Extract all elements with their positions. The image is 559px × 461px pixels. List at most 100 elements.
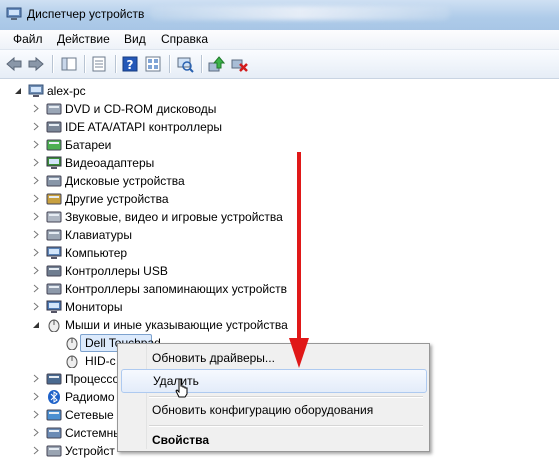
- mouse-icon: [66, 337, 78, 350]
- tree-item-label: Сетевые а: [65, 408, 124, 422]
- tree-item-label: DVD и CD-ROM дисководы: [65, 102, 217, 116]
- tree-item-label: IDE ATA/ATAPI контроллеры: [65, 120, 223, 134]
- ctx-uninstall[interactable]: Удалить: [121, 369, 427, 393]
- tree-item-label: Мониторы: [65, 300, 123, 314]
- ctx-update-drivers[interactable]: Обновить драйверы...: [121, 347, 425, 369]
- uninstall-icon[interactable]: [230, 55, 248, 73]
- tree-item-label: Контроллеры запоминающих устройств: [65, 282, 287, 296]
- expand-arrow-icon[interactable]: [32, 230, 40, 239]
- expand-arrow-icon[interactable]: [32, 374, 40, 383]
- tree-item-label: Мыши и иные указывающие устройства: [65, 318, 288, 332]
- ctx-properties[interactable]: Свойства: [121, 429, 425, 451]
- tree-item-label: Батареи: [65, 138, 112, 152]
- menu-file[interactable]: Файл: [13, 32, 43, 46]
- tree-item[interactable]: Мыши и иные указывающие устройства: [32, 317, 332, 335]
- expand-arrow-icon[interactable]: [32, 140, 40, 149]
- storage-controller-icon: [46, 283, 62, 295]
- forward-icon[interactable]: [27, 55, 45, 73]
- expand-arrow-icon[interactable]: [32, 122, 40, 131]
- tree-item[interactable]: Контроллеры запоминающих устройств: [32, 281, 332, 299]
- expand-arrow-icon[interactable]: [32, 266, 40, 275]
- dvd-drive-icon: [46, 103, 62, 115]
- hand-cursor-icon: [175, 378, 188, 398]
- show-hide-icon[interactable]: [60, 55, 78, 73]
- sound-icon: [46, 211, 62, 223]
- mouse-icon: [66, 355, 78, 368]
- tree-item[interactable]: Видеоадаптеры: [32, 155, 332, 173]
- tree-item-label: Звуковые, видео и игровые устройства: [65, 210, 283, 224]
- tree-item[interactable]: Батареи: [32, 137, 332, 155]
- bluetooth-icon: [48, 390, 60, 404]
- processor-icon: [46, 373, 62, 385]
- tree-item-label: Клавиатуры: [65, 228, 132, 242]
- expand-arrow-icon[interactable]: [32, 284, 40, 293]
- help-icon[interactable]: ?: [121, 55, 139, 73]
- tree-child-label: HID-с: [85, 354, 116, 368]
- menu-help[interactable]: Справка: [161, 32, 208, 46]
- tree-root-label: alex-pc: [47, 84, 86, 98]
- device-manager-app-icon: [6, 7, 22, 20]
- annotation-arrow-line: [297, 152, 301, 349]
- tree-item[interactable]: Компьютер: [32, 245, 332, 263]
- tree-item[interactable]: Другие устройства: [32, 191, 332, 209]
- toolbar: ?: [0, 50, 559, 79]
- system-devices-icon: [46, 427, 62, 439]
- menu-bar: Файл Действие Вид Справка: [0, 30, 559, 50]
- collapse-arrow-icon[interactable]: [32, 321, 40, 329]
- tree-item-label: Видеоадаптеры: [65, 156, 155, 170]
- tree-item-label: Системны: [65, 426, 122, 440]
- svg-text:?: ?: [127, 58, 134, 72]
- tree-item-label: Дисковые устройства: [65, 174, 185, 188]
- menu-view[interactable]: Вид: [124, 32, 146, 46]
- tree-item[interactable]: Мониторы: [32, 299, 332, 317]
- ide-controller-icon: [46, 121, 62, 133]
- scan-hardware-icon[interactable]: [176, 55, 194, 73]
- expand-arrow-icon[interactable]: [32, 194, 40, 203]
- expand-arrow-icon[interactable]: [32, 302, 40, 311]
- monitor-icon: [46, 300, 62, 313]
- network-icon: [46, 409, 62, 421]
- computer-icon: [28, 84, 44, 97]
- expand-arrow-icon[interactable]: [32, 410, 40, 419]
- title-bar: Диспетчер устройств: [0, 0, 559, 30]
- tree-item[interactable]: IDE ATA/ATAPI контроллеры: [32, 119, 332, 137]
- tree-item-label: Радиомо: [65, 390, 115, 404]
- expand-arrow-icon[interactable]: [32, 158, 40, 167]
- computer-icon: [46, 246, 62, 259]
- tree-item-label: Другие устройства: [65, 192, 169, 206]
- tree-item-label: Процессо: [65, 372, 120, 386]
- collapse-arrow-icon[interactable]: [14, 87, 22, 95]
- tree-item[interactable]: Звуковые, видео и игровые устройства: [32, 209, 332, 227]
- expand-arrow-icon[interactable]: [32, 446, 40, 455]
- other-devices-icon: [46, 193, 62, 205]
- display-adapter-icon: [46, 156, 62, 169]
- expand-arrow-icon[interactable]: [32, 176, 40, 185]
- expand-arrow-icon[interactable]: [32, 248, 40, 257]
- back-icon[interactable]: [5, 55, 23, 73]
- mouse-icon: [48, 319, 60, 332]
- tree-item[interactable]: DVD и CD-ROM дисководы: [32, 101, 332, 119]
- expand-arrow-icon[interactable]: [32, 104, 40, 113]
- tree-item-label: Устройст: [65, 444, 115, 458]
- tree-item[interactable]: Дисковые устройства: [32, 173, 332, 191]
- context-menu: Обновить драйверы... Удалить Обновить ко…: [117, 343, 430, 452]
- tree-item[interactable]: Контроллеры USB: [32, 263, 332, 281]
- menu-action[interactable]: Действие: [57, 32, 110, 46]
- update-driver-icon[interactable]: [207, 55, 225, 73]
- tree-root[interactable]: alex-pc: [14, 83, 214, 101]
- blurred-path: [150, 6, 450, 20]
- properties-icon[interactable]: [90, 55, 108, 73]
- ctx-scan-hardware[interactable]: Обновить конфигурацию оборудования: [121, 399, 425, 421]
- tree-item-label: Контроллеры USB: [65, 264, 168, 278]
- keyboard-icon: [46, 229, 62, 241]
- disk-drive-icon: [46, 175, 62, 187]
- expand-arrow-icon[interactable]: [32, 392, 40, 401]
- expand-arrow-icon[interactable]: [32, 212, 40, 221]
- annotation-arrow-head: [289, 338, 309, 368]
- window-title: Диспетчер устройств: [27, 7, 145, 21]
- expand-arrow-icon[interactable]: [32, 428, 40, 437]
- hid-icon: [46, 445, 62, 457]
- battery-icon: [46, 139, 62, 151]
- view-icon[interactable]: [144, 55, 162, 73]
- tree-item[interactable]: Клавиатуры: [32, 227, 332, 245]
